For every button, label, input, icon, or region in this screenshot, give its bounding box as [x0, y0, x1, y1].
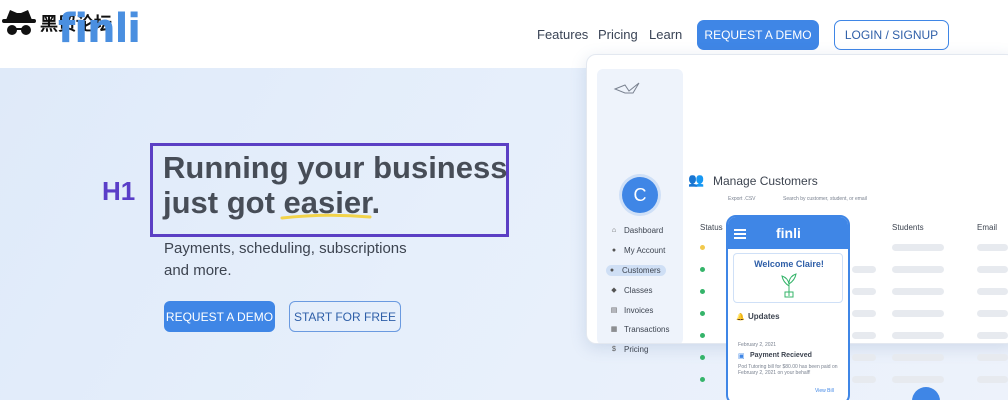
- sidebar-item-label: Customers: [622, 266, 661, 275]
- sidebar-item-label: My Account: [624, 246, 666, 255]
- sidebar-item-my-account[interactable]: ● My Account: [610, 246, 665, 255]
- column-status: Status: [700, 223, 723, 232]
- table-cell-placeholder: [892, 310, 944, 317]
- sidebar-item-label: Transactions: [624, 325, 670, 334]
- table-cell-placeholder: [977, 376, 1008, 383]
- sidebar-item-label: Classes: [624, 286, 653, 295]
- table-cell-placeholder: [977, 288, 1008, 295]
- table-cell-placeholder: [892, 354, 944, 361]
- sidebar-item-label: Pricing: [624, 345, 649, 354]
- bell-icon: 🔔: [736, 314, 745, 321]
- subtitle-line-2: and more.: [164, 262, 232, 279]
- nav-features[interactable]: Features: [537, 27, 588, 42]
- status-dot: [700, 355, 705, 360]
- table-cell-placeholder: [977, 310, 1008, 317]
- sidebar-item-classes[interactable]: ◆ Classes: [610, 286, 652, 295]
- table-cell-placeholder: [852, 354, 876, 361]
- sidebar-item-pricing[interactable]: $ Pricing: [610, 345, 648, 354]
- user-icon: ●: [611, 246, 617, 254]
- finli-logo[interactable]: finli: [58, 6, 141, 52]
- status-dot: [700, 377, 705, 382]
- table-cell-placeholder: [852, 266, 876, 273]
- export-csv-link[interactable]: Export .CSV: [728, 196, 756, 202]
- table-cell-placeholder: [977, 354, 1008, 361]
- table-cell-placeholder: [852, 332, 876, 339]
- login-signup-button[interactable]: LOGIN / SIGNUP: [834, 20, 949, 50]
- customer-search-input[interactable]: Search by customer, student, or email: [783, 196, 867, 202]
- column-email: Email: [977, 223, 998, 232]
- status-dot: [700, 267, 705, 272]
- sidebar-item-label: Invoices: [624, 306, 654, 315]
- table-cell-placeholder: [977, 266, 1008, 273]
- subtitle-line-1: Payments, scheduling, subscriptions: [164, 240, 407, 257]
- customers-group-icon: 👥: [688, 172, 705, 187]
- headline-line-2-start: just got: [163, 185, 284, 220]
- transactions-icon: ▦: [610, 325, 618, 333]
- sidebar-item-invoices[interactable]: ▤ Invoices: [610, 306, 654, 315]
- invoice-icon: ▤: [610, 306, 618, 314]
- update-description: Pod Tutoring bill for $80.00 has been pa…: [738, 364, 838, 376]
- table-cell-placeholder: [892, 332, 944, 339]
- yellow-underline: [280, 213, 372, 220]
- table-cell-placeholder: [892, 376, 944, 383]
- classes-icon: ◆: [611, 286, 617, 294]
- home-icon: ⌂: [611, 226, 617, 234]
- updates-title: Updates: [748, 312, 780, 321]
- status-dot: [700, 289, 705, 294]
- nav-learn[interactable]: Learn: [649, 27, 682, 42]
- spy-hat-icon: [2, 10, 36, 35]
- table-cell-placeholder: [852, 288, 876, 295]
- phone-mockup: finli Welcome Claire! 🔔 Updates February…: [726, 215, 850, 400]
- headline-period: .: [371, 185, 381, 220]
- request-demo-button-hero[interactable]: REQUEST A DEMO: [164, 301, 275, 332]
- table-cell-placeholder: [977, 332, 1008, 339]
- view-bill-link[interactable]: View Bill: [815, 388, 834, 394]
- update-title: Payment Recieved: [750, 352, 812, 359]
- table-cell-placeholder: [892, 288, 944, 295]
- customers-icon: ●: [609, 266, 615, 274]
- plant-icon: [781, 273, 797, 298]
- headline-line-1: Running your business: [163, 150, 508, 185]
- status-dot: [700, 245, 705, 250]
- start-for-free-button[interactable]: START FOR FREE: [289, 301, 401, 332]
- bird-logo-icon: [613, 82, 640, 94]
- sidebar-item-dashboard[interactable]: ⌂ Dashboard: [610, 226, 663, 235]
- table-cell-placeholder: [892, 266, 944, 273]
- nav-pricing[interactable]: Pricing: [598, 27, 638, 42]
- table-cell-placeholder: [852, 376, 876, 383]
- welcome-card: Welcome Claire!: [733, 253, 843, 303]
- table-cell-placeholder: [892, 244, 944, 251]
- avatar[interactable]: C: [622, 177, 658, 213]
- update-date: February 2, 2021: [738, 342, 777, 348]
- manage-customers-title: Manage Customers: [713, 174, 818, 188]
- table-cell-placeholder: [977, 244, 1008, 251]
- column-students: Students: [892, 223, 924, 232]
- hero-subtitle: Payments, scheduling, subscriptions and …: [164, 238, 407, 282]
- status-dot: [700, 333, 705, 338]
- hamburger-menu-icon[interactable]: [734, 229, 746, 241]
- request-demo-button-header[interactable]: REQUEST A DEMO: [697, 20, 819, 50]
- status-dot: [700, 311, 705, 316]
- sidebar-item-label: Dashboard: [624, 226, 664, 235]
- calendar-icon: ▣: [738, 353, 745, 360]
- hero-headline: Running your business just got easier.: [163, 150, 507, 220]
- phone-logo: finli: [776, 225, 801, 241]
- h1-annotation: H1: [102, 176, 136, 206]
- table-cell-placeholder: [852, 310, 876, 317]
- welcome-message: Welcome Claire!: [754, 259, 824, 269]
- dollar-icon: $: [612, 345, 616, 353]
- sidebar-item-customers[interactable]: ● Customers: [606, 265, 666, 276]
- sidebar-item-transactions[interactable]: ▦ Transactions: [610, 325, 670, 334]
